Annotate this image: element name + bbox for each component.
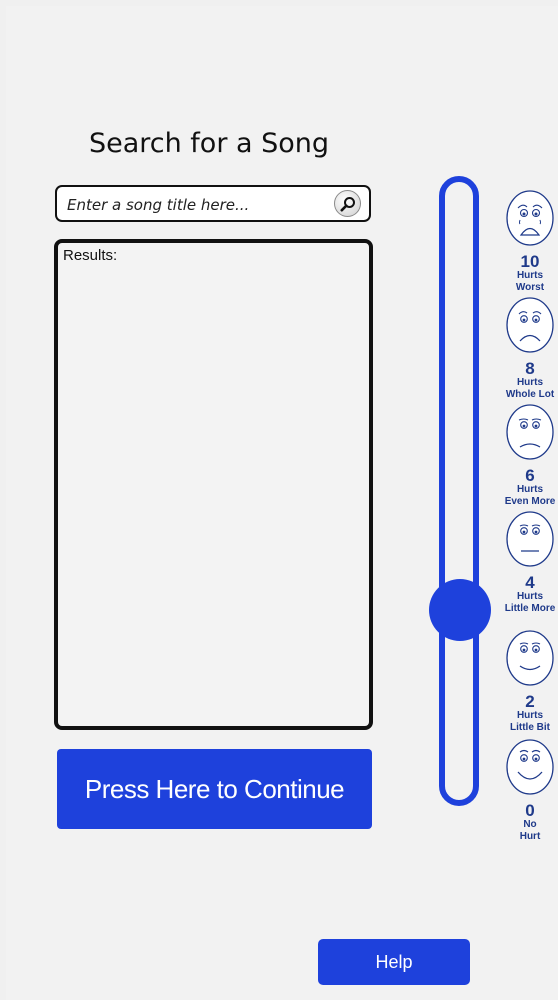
face-little-bit-icon	[505, 629, 555, 687]
scale-label-line1: Hurts	[516, 484, 544, 495]
search-input[interactable]	[65, 192, 329, 218]
scale-label-line2: Whole Lot	[505, 389, 555, 400]
scale-label-line1: Hurts	[516, 377, 544, 388]
scale-label-line1: Hurts	[516, 270, 544, 281]
page-title: Search for a Song	[88, 128, 330, 159]
scale-value-2: 2	[525, 692, 535, 711]
face-little-more-icon	[505, 510, 555, 568]
continue-button[interactable]: Press Here to Continue	[57, 749, 372, 829]
results-label: Results:	[63, 247, 118, 264]
scale-label-line1: No	[523, 819, 537, 830]
scale-value-10: 10	[520, 252, 540, 271]
face-whole-lot-icon	[505, 296, 555, 354]
scale-label-line1: Hurts	[516, 710, 544, 721]
face-even-more-icon	[505, 403, 555, 461]
pain-slider-handle[interactable]	[429, 579, 491, 641]
scale-label-line2: Little More	[504, 603, 556, 614]
scale-value-4: 4	[525, 573, 535, 592]
app-screen: Search for a Song Results: Press Here to…	[6, 6, 558, 1000]
face-no-hurt-icon	[505, 738, 555, 796]
search-bar	[55, 185, 371, 222]
help-button[interactable]: Help	[318, 939, 470, 985]
search-button[interactable]	[334, 190, 361, 217]
results-box[interactable]: Results:	[54, 239, 373, 730]
scale-label-line2: Worst	[515, 282, 545, 293]
face-worst-icon	[505, 189, 555, 247]
search-icon	[340, 197, 355, 212]
pain-slider-track[interactable]	[439, 176, 479, 806]
scale-label-line2: Little Bit	[510, 722, 550, 733]
scale-value-6: 6	[525, 466, 535, 485]
scale-label-line1: Hurts	[516, 591, 544, 602]
scale-value-0: 0	[525, 801, 535, 820]
scale-label-line2: Hurt	[519, 831, 541, 842]
scale-value-8: 8	[525, 359, 535, 378]
scale-label-line2: Even More	[504, 496, 556, 507]
